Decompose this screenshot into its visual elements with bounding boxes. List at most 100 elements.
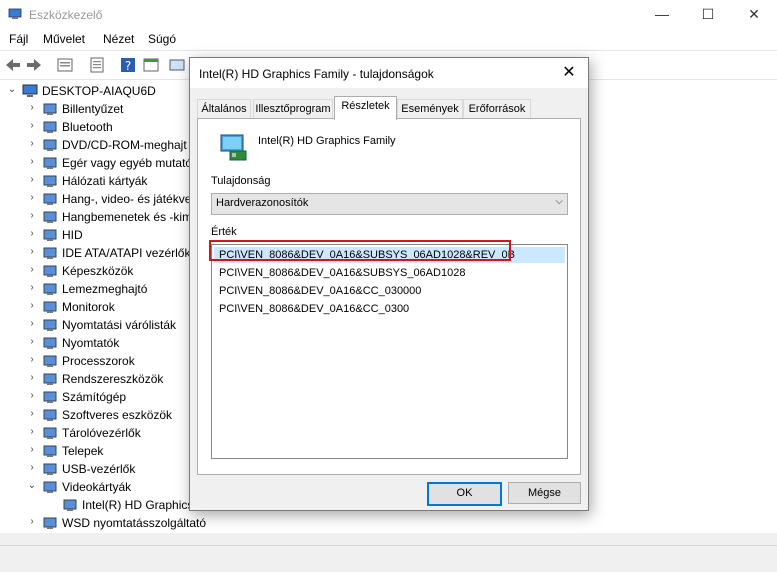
hid-icon xyxy=(43,229,57,241)
property-label: Tulajdonság xyxy=(211,175,271,187)
menu-file[interactable]: Fájl xyxy=(9,32,28,46)
tree-item[interactable]: › USB-vezérlők xyxy=(0,460,190,478)
tree-item-label: Bluetooth xyxy=(62,120,113,134)
cancel-button[interactable]: Mégse xyxy=(508,482,581,504)
sound-icon xyxy=(43,193,57,205)
tree-item[interactable]: › Monitorok xyxy=(0,298,190,316)
value-list-item[interactable]: PCI\VEN_8086&DEV_0A16&CC_0300 xyxy=(214,301,565,317)
back-arrow-icon[interactable] xyxy=(4,56,22,74)
tab-resources[interactable]: Erőforrások xyxy=(463,99,531,119)
tree-item[interactable]: › Lemezmeghajtó xyxy=(0,280,190,298)
tree-item-label: DVD/CD-ROM-meghajt xyxy=(62,138,187,152)
expand-arrow-icon[interactable]: › xyxy=(26,317,38,331)
tab-driver[interactable]: Illesztőprogram xyxy=(253,99,333,119)
tree-item[interactable]: › Billentyűzet xyxy=(0,100,190,118)
dialog-close-button[interactable]: ✕ xyxy=(558,62,580,84)
window-title: Eszközkezelő xyxy=(29,8,103,22)
expand-arrow-icon[interactable]: › xyxy=(26,443,38,457)
value-label: Érték xyxy=(211,226,237,238)
expand-arrow-icon[interactable]: › xyxy=(26,371,38,385)
expand-arrow-icon[interactable]: › xyxy=(26,515,38,529)
menu-help[interactable]: Súgó xyxy=(148,32,176,46)
tree-item[interactable]: › Telepek xyxy=(0,442,190,460)
horizontal-scrollbar[interactable] xyxy=(0,533,777,545)
close-button[interactable]: ✕ xyxy=(731,0,777,30)
tree-item[interactable]: › IDE ATA/ATAPI vezérlők xyxy=(0,244,190,262)
menu-bar: Fájl Művelet Nézet Súgó xyxy=(0,30,777,50)
keyboard-icon xyxy=(43,103,57,115)
expand-arrow-icon[interactable]: › xyxy=(26,263,38,277)
tree-item[interactable]: › WSD nyomtatásszolgáltató xyxy=(0,514,206,532)
expand-arrow-icon[interactable]: › xyxy=(26,461,38,475)
tree-item[interactable]: › Nyomtatási várólisták xyxy=(0,316,190,334)
tree-item[interactable]: › Egér vagy egyéb mutató xyxy=(0,154,193,172)
value-list-item[interactable]: PCI\VEN_8086&DEV_0A16&CC_030000 xyxy=(214,283,565,299)
tree-item[interactable]: › Hálózati kártyák xyxy=(0,172,190,190)
help-icon[interactable]: ? xyxy=(119,56,137,74)
collapse-arrow-icon[interactable]: ⌄ xyxy=(26,479,38,493)
property-dropdown-value: Hardverazonosítók xyxy=(216,197,309,209)
maximize-button[interactable]: ☐ xyxy=(685,0,731,30)
expand-arrow-icon[interactable]: › xyxy=(26,101,38,115)
expand-arrow-icon[interactable]: › xyxy=(26,407,38,421)
tree-item[interactable]: › Szoftveres eszközök xyxy=(0,406,190,424)
tree-item[interactable]: › Hang-, video- és játékve xyxy=(0,190,191,208)
tree-item[interactable]: › Hangbemenetek és -kim xyxy=(0,208,193,226)
expand-arrow-icon[interactable]: › xyxy=(26,119,38,133)
expand-arrow-icon[interactable]: › xyxy=(26,227,38,241)
tree-item-label: Számítógép xyxy=(62,390,127,404)
expand-arrow-icon[interactable]: › xyxy=(26,299,38,313)
tree-item[interactable]: › Képeszközök xyxy=(0,262,190,280)
tree-item[interactable]: › DVD/CD-ROM-meghajt xyxy=(0,136,190,154)
tree-item-label: Egér vagy egyéb mutató xyxy=(62,156,193,170)
expand-arrow-icon[interactable]: › xyxy=(26,209,38,223)
scan-hardware-icon[interactable] xyxy=(168,56,186,74)
tree-item[interactable]: ⌄ Videokártyák xyxy=(0,478,190,496)
expand-arrow-icon[interactable]: › xyxy=(26,335,38,349)
expand-arrow-icon[interactable]: › xyxy=(26,137,38,151)
collapse-arrow-icon[interactable]: ⌄ xyxy=(6,83,18,97)
system-icon xyxy=(43,373,57,385)
tree-root[interactable]: ⌄ DESKTOP-AIAQU6D xyxy=(0,82,200,100)
tree-item-label: Hangbemenetek és -kim xyxy=(62,210,193,224)
window-view-icon[interactable] xyxy=(142,56,160,74)
details-panel: Intel(R) HD Graphics Family Tulajdonság … xyxy=(197,118,581,475)
menu-view[interactable]: Nézet xyxy=(103,32,134,46)
ok-button[interactable]: OK xyxy=(427,482,502,506)
properties-view-icon[interactable] xyxy=(56,56,74,74)
battery-icon xyxy=(43,445,57,457)
tree-item[interactable]: › Számítógép xyxy=(0,388,190,406)
tree-item[interactable]: › Tárolóvezérlők xyxy=(0,424,190,442)
expand-arrow-icon[interactable]: › xyxy=(26,155,38,169)
tree-item[interactable]: › Nyomtatók xyxy=(0,334,190,352)
expand-arrow-icon[interactable]: › xyxy=(26,281,38,295)
tree-item-label: Monitorok xyxy=(62,300,115,314)
monitor-icon xyxy=(43,301,57,313)
expand-arrow-icon[interactable]: › xyxy=(26,245,38,259)
tree-item[interactable]: › Rendszereszközök xyxy=(0,370,190,388)
menu-action[interactable]: Művelet xyxy=(43,32,85,46)
device-manager-icon xyxy=(8,8,22,19)
list-view-icon[interactable] xyxy=(88,56,106,74)
display-adapter-icon xyxy=(43,481,57,493)
expand-arrow-icon[interactable]: › xyxy=(26,353,38,367)
minimize-button[interactable]: — xyxy=(639,0,685,30)
expand-arrow-icon[interactable]: › xyxy=(26,173,38,187)
expand-arrow-icon[interactable]: › xyxy=(26,191,38,205)
value-listbox[interactable]: PCI\VEN_8086&DEV_0A16&SUBSYS_06AD1028&RE… xyxy=(211,244,568,459)
value-list-item[interactable]: PCI\VEN_8086&DEV_0A16&SUBSYS_06AD1028 xyxy=(214,265,565,281)
tree-item[interactable]: › HID xyxy=(0,226,190,244)
forward-arrow-icon[interactable] xyxy=(25,56,43,74)
tab-general[interactable]: Általános xyxy=(197,99,251,119)
status-bar xyxy=(0,545,777,572)
tree-item[interactable]: › Processzorok xyxy=(0,352,190,370)
tab-details[interactable]: Részletek xyxy=(334,96,397,120)
tree-item[interactable]: › Bluetooth xyxy=(0,118,190,136)
tab-events[interactable]: Események xyxy=(397,99,463,119)
tree-item-label: USB-vezérlők xyxy=(62,462,136,476)
expand-arrow-icon[interactable]: › xyxy=(26,425,38,439)
expand-arrow-icon[interactable]: › xyxy=(26,389,38,403)
tree-child-item[interactable]: Intel(R) HD Graphics xyxy=(0,496,193,514)
tree-item-label: HID xyxy=(62,228,83,242)
property-dropdown[interactable]: Hardverazonosítók ⌵ xyxy=(211,193,568,215)
